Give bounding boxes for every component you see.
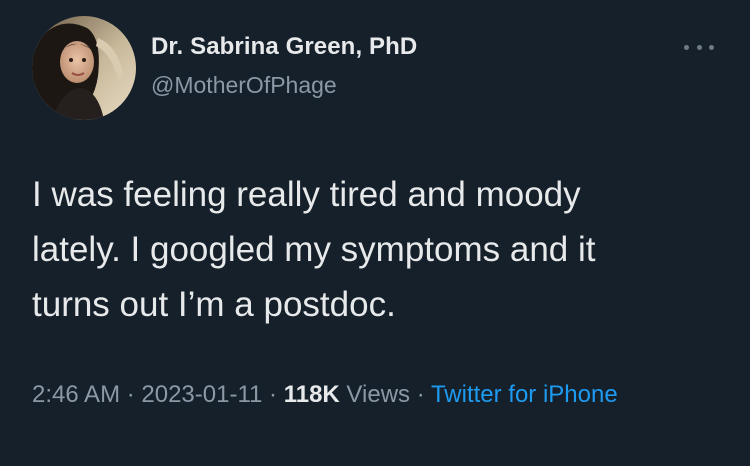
- tweet-source-link[interactable]: Twitter for iPhone: [431, 381, 618, 408]
- views-label[interactable]: Views: [340, 381, 410, 408]
- more-options-icon[interactable]: [684, 40, 714, 54]
- views-count[interactable]: 118K: [284, 381, 340, 408]
- separator: ·: [262, 381, 284, 408]
- dot: [709, 44, 714, 50]
- tweet-time[interactable]: 2:46 AM: [32, 381, 120, 408]
- tweet-text: I was feeling really tired and moody lat…: [32, 175, 596, 324]
- author-name[interactable]: Dr. Sabrina Green, PhD: [151, 33, 417, 61]
- avatar-image: [32, 16, 136, 120]
- dot: [684, 44, 689, 50]
- dot: [696, 44, 702, 50]
- author-handle[interactable]: @MotherOfPhage: [151, 72, 337, 99]
- tweet-meta: 2:46 AM · 2023-01-11 · 118K Views · Twit…: [32, 375, 722, 415]
- avatar[interactable]: [32, 16, 136, 120]
- separator: ·: [120, 381, 142, 408]
- tweet-date[interactable]: 2023-01-11: [141, 381, 262, 408]
- tweet-card: Dr. Sabrina Green, PhD @MotherOfPhage I …: [0, 0, 750, 466]
- separator: ·: [410, 381, 431, 408]
